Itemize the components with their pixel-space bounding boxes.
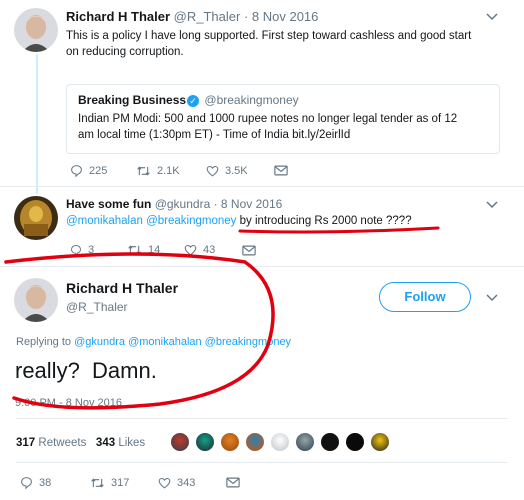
retweet-icon xyxy=(137,165,150,176)
tweet2-actions: 3 14 43 xyxy=(70,244,256,256)
retweet-count: 14 xyxy=(148,244,161,256)
divider xyxy=(16,462,508,463)
tweet2-author-name[interactable]: Have some fun xyxy=(66,197,151,211)
divider xyxy=(0,186,524,187)
message-icon xyxy=(226,477,240,488)
likes-label: Likes xyxy=(118,437,146,449)
main-timestamp[interactable]: 9:00 PM - 8 Nov 2016 xyxy=(15,397,122,409)
divider xyxy=(16,418,508,419)
quote-text: Indian PM Modi: 500 and 1000 rupee notes… xyxy=(78,111,488,143)
likes-stat[interactable]: 343 Likes xyxy=(96,437,145,449)
reply-count: 225 xyxy=(89,164,108,177)
like-button[interactable]: 343 xyxy=(158,477,226,489)
red-circle xyxy=(4,252,275,410)
direct-message-button[interactable] xyxy=(274,165,288,176)
likes-count: 343 xyxy=(95,437,116,449)
quote-handle: @breakingmoney xyxy=(204,93,299,107)
liker-avatar[interactable] xyxy=(295,432,315,452)
retweets-count: 317 xyxy=(16,437,36,449)
reply-icon xyxy=(21,477,32,489)
replying-to-prefix: Replying to xyxy=(16,336,72,348)
avatar[interactable] xyxy=(14,278,58,322)
liker-avatar[interactable] xyxy=(245,432,265,452)
reply-count: 3 xyxy=(88,244,95,256)
tweet2-text: @monikahalan @breakingmoney by introduci… xyxy=(66,215,412,227)
tweet1-text: This is a policy I have long supported. … xyxy=(66,28,506,60)
tweet1-header: Richard H Thaler @R_Thaler · 8 Nov 2016 xyxy=(66,9,318,24)
tweet2-body: by introducing Rs 2000 note ???? xyxy=(239,215,412,227)
retweets-stat[interactable]: 317 Retweets xyxy=(16,437,86,449)
reply-button[interactable]: 3 xyxy=(70,244,127,256)
chevron-down-icon[interactable] xyxy=(486,294,498,302)
tweet2-header: Have some fun @gkundra · 8 Nov 2016 xyxy=(66,197,282,211)
liker-avatars xyxy=(170,432,395,452)
retweet-count: 2.1K xyxy=(157,164,180,177)
retweet-count: 317 xyxy=(111,476,130,489)
liker-avatar[interactable] xyxy=(270,432,290,452)
liker-avatar[interactable] xyxy=(220,432,240,452)
follow-button[interactable]: Follow xyxy=(379,282,471,312)
quote-author-name: Breaking Business xyxy=(78,93,187,107)
avatar[interactable] xyxy=(14,8,58,52)
like-button[interactable]: 43 xyxy=(184,244,242,256)
message-icon xyxy=(242,245,256,255)
tweet1-date[interactable]: · 8 Nov 2016 xyxy=(244,9,318,24)
tweet1-handle[interactable]: @R_Thaler xyxy=(174,9,241,24)
verified-icon: ✓ xyxy=(187,94,200,107)
mention-link[interactable]: @breakingmoney xyxy=(146,215,236,227)
thread-line xyxy=(36,54,38,194)
engagement-stats: 317 Retweets 343 Likes xyxy=(16,437,145,449)
tweet1-text-line1: This is a policy I have long supported. … xyxy=(66,30,472,42)
tweet1-actions: 225 2.1K 3.5K xyxy=(70,164,288,177)
reply-count: 38 xyxy=(39,476,52,489)
main-actions: 38 317 343 xyxy=(20,476,240,489)
heart-icon xyxy=(206,165,219,177)
like-count: 43 xyxy=(203,244,216,256)
tweet2-date[interactable]: · 8 Nov 2016 xyxy=(214,197,283,211)
liker-avatar[interactable] xyxy=(370,432,390,452)
liker-avatar[interactable] xyxy=(320,432,340,452)
chevron-down-icon[interactable] xyxy=(486,13,498,21)
tweet2-handle[interactable]: @gkundra xyxy=(155,197,211,211)
direct-message-button[interactable] xyxy=(242,245,256,256)
direct-message-button[interactable] xyxy=(226,477,240,488)
reply-button[interactable]: 225 xyxy=(70,164,136,177)
quote-text-line2: am local time (1:30pm ET) - Time of Indi… xyxy=(78,129,351,141)
liker-avatar[interactable] xyxy=(345,432,365,452)
tweet1-text-line2: on reducing corruption. xyxy=(66,46,184,58)
reply-icon xyxy=(71,165,82,177)
main-tweet-text: really? Damn. xyxy=(15,358,157,383)
red-underline xyxy=(238,226,440,234)
liker-avatar[interactable] xyxy=(195,432,215,452)
heart-icon xyxy=(184,245,197,256)
heart-icon xyxy=(158,477,171,489)
avatar[interactable] xyxy=(14,196,58,240)
retweet-button[interactable]: 2.1K xyxy=(136,165,206,177)
like-count: 343 xyxy=(177,476,196,489)
reply-button[interactable]: 38 xyxy=(20,476,90,489)
liker-avatar[interactable] xyxy=(170,432,190,452)
quoted-tweet[interactable]: Breaking Business ✓ @breakingmoney Indian… xyxy=(66,84,500,154)
quote-text-line1: Indian PM Modi: 500 and 1000 rupee notes… xyxy=(78,113,458,125)
main-handle[interactable]: @R_Thaler xyxy=(66,300,128,314)
reply-icon xyxy=(71,245,81,256)
chevron-down-icon[interactable] xyxy=(486,201,498,209)
like-button[interactable]: 3.5K xyxy=(206,165,274,177)
retweets-label: Retweets xyxy=(38,437,87,449)
divider xyxy=(0,266,524,267)
retweet-button[interactable]: 14 xyxy=(127,244,184,256)
replying-to-handles[interactable]: @gkundra @monikahalan @breakingmoney xyxy=(74,336,291,348)
like-count: 3.5K xyxy=(225,164,248,177)
quote-header: Breaking Business ✓ @breakingmoney xyxy=(78,93,488,107)
retweet-icon xyxy=(91,477,104,488)
retweet-button[interactable]: 317 xyxy=(90,477,158,489)
retweet-icon xyxy=(128,245,141,255)
replying-to: Replying to @gkundra @monikahalan @break… xyxy=(16,336,291,348)
tweet1-author-name[interactable]: Richard H Thaler xyxy=(66,9,170,24)
mention-link[interactable]: @monikahalan xyxy=(66,215,143,227)
message-icon xyxy=(274,165,288,176)
main-author-name[interactable]: Richard H Thaler xyxy=(66,280,178,296)
